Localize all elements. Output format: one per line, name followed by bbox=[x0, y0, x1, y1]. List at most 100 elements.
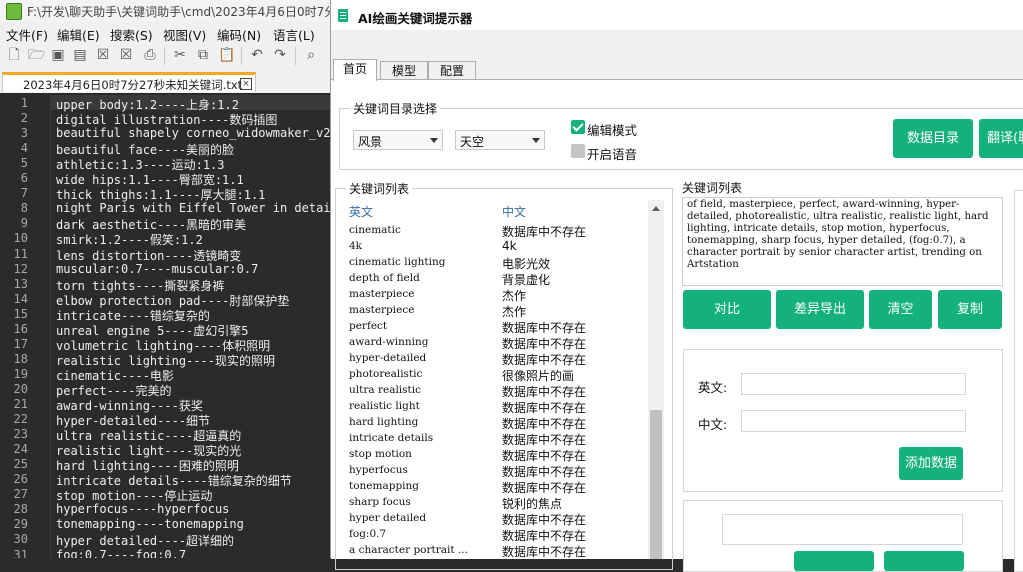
list-item-en: realistic light bbox=[349, 400, 420, 412]
list-item[interactable]: tonemapping 数据库中不存在 bbox=[339, 479, 649, 495]
compare-button[interactable]: 对比 bbox=[683, 290, 771, 329]
open-file-icon[interactable]: 🗁 bbox=[28, 47, 45, 63]
list-item-en: sharp focus bbox=[349, 496, 411, 508]
list-item-en: hard lighting bbox=[349, 416, 419, 428]
cut-icon[interactable]: ✂ bbox=[172, 47, 188, 63]
line-number: 27 bbox=[13, 487, 28, 502]
clear-button[interactable]: 清空 bbox=[869, 290, 932, 329]
secondary-input[interactable] bbox=[722, 514, 963, 545]
save-icon[interactable]: ▣ bbox=[50, 47, 66, 63]
scrollbar-thumb[interactable] bbox=[650, 410, 662, 559]
code-line[interactable]: muscular:0.7----muscular:0.7 bbox=[56, 262, 258, 276]
redo-icon[interactable]: ↷ bbox=[272, 47, 288, 63]
dialog-title: AI绘画关键词提示器 bbox=[358, 11, 473, 26]
list-item[interactable]: fog:0.7 数据库中不存在 bbox=[339, 527, 649, 543]
list-item[interactable]: masterpiece 杰作 bbox=[339, 303, 649, 319]
en-input[interactable] bbox=[741, 373, 966, 395]
add-data-button[interactable]: 添加数据 bbox=[899, 447, 963, 480]
list-item-en: tonemapping bbox=[349, 480, 420, 492]
list-item[interactable]: cinematic 数据库中不存在 bbox=[339, 223, 649, 239]
list-item-zh: 很像照片的画 bbox=[502, 369, 575, 383]
list-item-en: cinematic lighting bbox=[349, 256, 446, 268]
list-item[interactable]: intricate details 数据库中不存在 bbox=[339, 431, 649, 447]
list-item-zh: 背景虚化 bbox=[502, 273, 551, 287]
menu-file[interactable]: 文件(F) bbox=[6, 25, 48, 44]
save-all-icon[interactable]: ▤ bbox=[72, 47, 88, 63]
tab-config[interactable]: 配置 bbox=[428, 61, 476, 80]
list-item[interactable]: cinematic lighting 电影光效 bbox=[339, 255, 649, 271]
column-header-en[interactable]: 英文 bbox=[349, 203, 373, 220]
secondary-button-1[interactable] bbox=[794, 551, 874, 571]
code-line[interactable]: night Paris with Eiffel Tower in detail bbox=[56, 201, 330, 215]
print-icon[interactable]: ⎙ bbox=[142, 47, 158, 63]
find-icon[interactable]: ⌕ bbox=[303, 47, 319, 63]
copy-icon[interactable]: ⧉ bbox=[195, 47, 211, 63]
list-item[interactable]: depth of field 背景虚化 bbox=[339, 271, 649, 287]
code-editor[interactable]: 1 2 3 4 5 6 7 8 9 10 11 12 13 14 15 16 17 18 19 20 21 22 23 24 2… bbox=[0, 93, 330, 558]
data-dir-button[interactable]: 数据目录 bbox=[893, 119, 973, 158]
keyword-list-view[interactable]: 英文 中文 cinematic 数据库中不存在 4k 4k cinematic ligh… bbox=[339, 200, 664, 559]
keyword-textarea[interactable]: of field, masterpiece, perfect, award-wi… bbox=[682, 197, 1003, 286]
line-number: 30 bbox=[13, 532, 28, 547]
category-combo[interactable]: 风景 bbox=[353, 130, 443, 150]
list-item-en: cinematic bbox=[349, 224, 401, 236]
list-header: 英文 中文 bbox=[339, 200, 649, 220]
list-item-zh: 数据库中不存在 bbox=[502, 401, 587, 415]
close-file-icon[interactable]: ☒ bbox=[95, 47, 111, 63]
line-number-gutter: 1 2 3 4 5 6 7 8 9 10 11 12 13 14 15 16 17 18 19 20 21 22 23 24 2… bbox=[0, 93, 51, 558]
zh-input[interactable] bbox=[741, 410, 966, 432]
translate-button[interactable]: 翻译(职 bbox=[979, 119, 1023, 158]
list-item-zh: 数据库中不存在 bbox=[502, 337, 587, 351]
voice-checkbox[interactable] bbox=[571, 144, 585, 158]
paste-icon[interactable]: 📋 bbox=[218, 47, 235, 63]
line-number: 2 bbox=[20, 111, 28, 126]
menu-language[interactable]: 语言(L) bbox=[273, 25, 315, 44]
list-item-zh: 数据库中不存在 bbox=[502, 385, 587, 399]
scroll-up-arrow-icon[interactable] bbox=[652, 206, 660, 211]
undo-icon[interactable]: ↶ bbox=[249, 47, 265, 63]
list-item[interactable]: ultra realistic 数据库中不存在 bbox=[339, 383, 649, 399]
list-item[interactable]: perfect 数据库中不存在 bbox=[339, 319, 649, 335]
close-all-icon[interactable]: ☒ bbox=[118, 47, 134, 63]
subcategory-combo[interactable]: 天空 bbox=[455, 130, 545, 150]
file-tab[interactable]: 2023年4月6日0时7分27秒未知关键词.txt × bbox=[2, 72, 256, 92]
list-item[interactable]: hyper detailed 数据库中不存在 bbox=[339, 511, 649, 527]
column-header-zh[interactable]: 中文 bbox=[502, 203, 526, 220]
dialog-title-bar: AI绘画关键词提示器 bbox=[331, 0, 1023, 30]
tab-home[interactable]: 首页 bbox=[333, 59, 377, 81]
line-number: 18 bbox=[13, 351, 28, 366]
secondary-button-2[interactable] bbox=[884, 551, 964, 571]
list-item[interactable]: 4k 4k bbox=[339, 239, 649, 255]
list-item[interactable]: hyper-detailed 数据库中不存在 bbox=[339, 351, 649, 367]
list-item-zh: 数据库中不存在 bbox=[502, 449, 587, 463]
diff-export-button[interactable]: 差异导出 bbox=[776, 290, 864, 329]
line-number: 25 bbox=[13, 457, 28, 472]
list-scrollbar[interactable] bbox=[648, 200, 664, 559]
list-item[interactable]: hard lighting 数据库中不存在 bbox=[339, 415, 649, 431]
menu-search[interactable]: 搜索(S) bbox=[110, 25, 153, 44]
list-item-en: perfect bbox=[349, 320, 388, 332]
list-item[interactable]: stop motion 数据库中不存在 bbox=[339, 447, 649, 463]
list-item[interactable]: hyperfocus 数据库中不存在 bbox=[339, 463, 649, 479]
code-line[interactable]: beautiful shapely corneo_widowmaker_v2 bbox=[56, 126, 330, 140]
list-item[interactable]: masterpiece 杰作 bbox=[339, 287, 649, 303]
menu-edit[interactable]: 编辑(E) bbox=[57, 25, 100, 44]
edit-mode-checkbox[interactable] bbox=[571, 120, 585, 134]
list-item[interactable]: realistic light 数据库中不存在 bbox=[339, 399, 649, 415]
code-line[interactable]: fog:0.7----fog:0.7 bbox=[56, 548, 186, 559]
menu-view[interactable]: 视图(V) bbox=[163, 25, 206, 44]
menu-encoding[interactable]: 编码(N) bbox=[217, 25, 261, 44]
tab-model[interactable]: 模型 bbox=[380, 61, 428, 80]
notepad-tab-bar: 2023年4月6日0时7分27秒未知关键词.txt × bbox=[0, 69, 330, 93]
list-item[interactable]: photorealistic 很像照片的画 bbox=[339, 367, 649, 383]
list-item-zh: 数据库中不存在 bbox=[502, 433, 587, 447]
copy-button[interactable]: 复制 bbox=[938, 290, 1002, 329]
code-line[interactable]: tonemapping----tonemapping bbox=[56, 517, 244, 531]
close-tab-icon[interactable]: × bbox=[240, 78, 252, 90]
chevron-down-icon bbox=[532, 138, 540, 143]
list-item[interactable]: sharp focus 锐利的焦点 bbox=[339, 495, 649, 511]
list-item[interactable]: award-winning 数据库中不存在 bbox=[339, 335, 649, 351]
list-item[interactable]: a character portrait ... 数据库中不存在 bbox=[339, 543, 649, 559]
new-file-icon[interactable]: 🗋 bbox=[6, 47, 22, 63]
code-line[interactable]: hyperfocus----hyperfocus bbox=[56, 502, 229, 516]
